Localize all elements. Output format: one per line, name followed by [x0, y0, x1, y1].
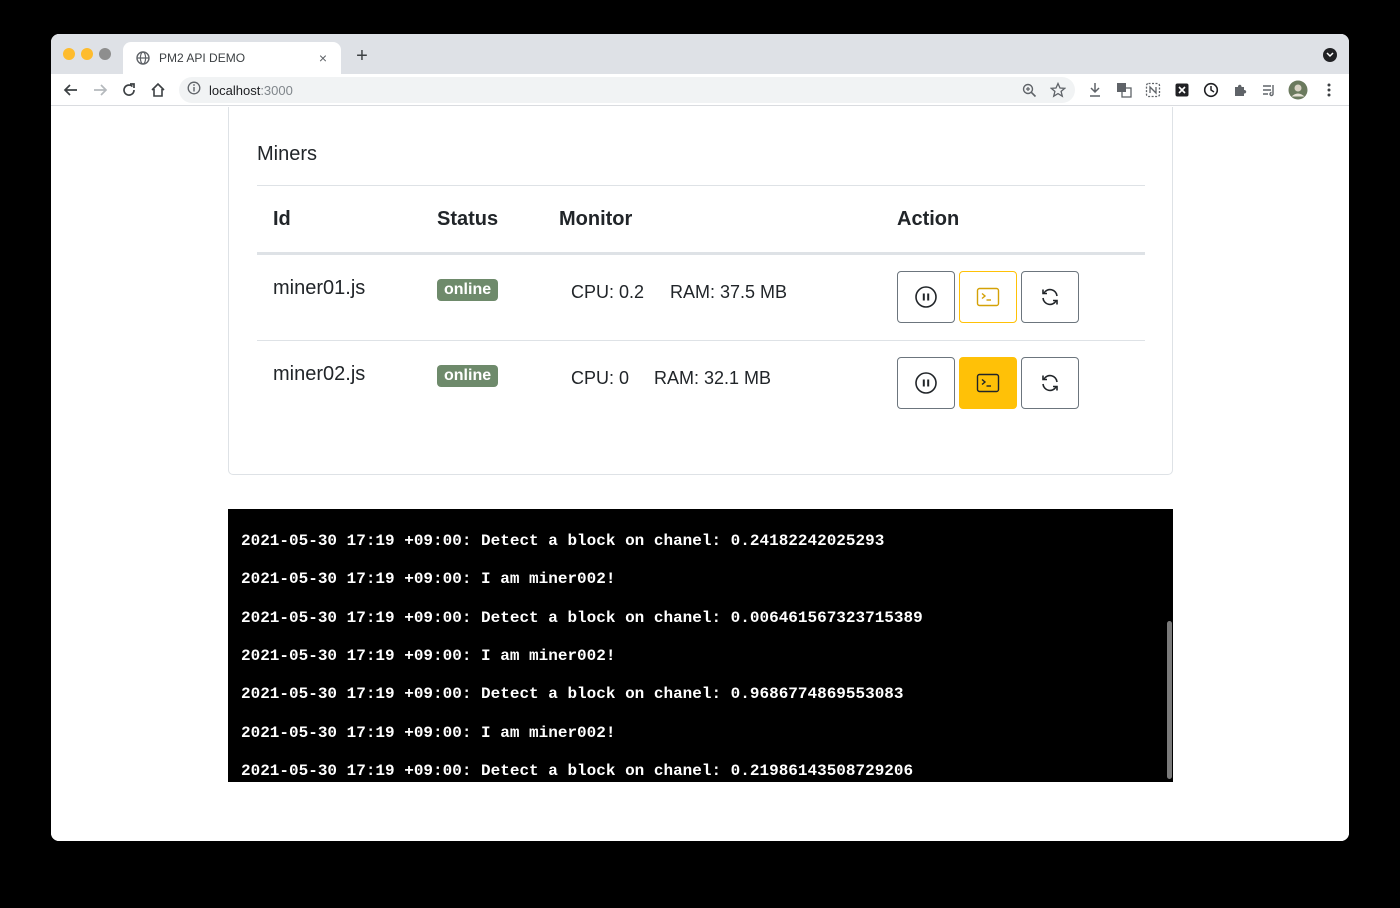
globe-icon — [135, 50, 151, 66]
column-header-monitor: Monitor — [559, 208, 633, 230]
terminal-icon — [976, 373, 1000, 393]
column-header-status: Status — [437, 208, 499, 230]
home-icon[interactable] — [146, 78, 170, 102]
log-line: 2021-05-30 17:19 +09:00: Detect a block … — [241, 685, 904, 703]
process-id: miner01.js — [273, 277, 366, 299]
forward-icon[interactable] — [88, 78, 112, 102]
tab-title: PM2 API DEMO — [159, 51, 246, 65]
pause-icon — [915, 372, 937, 394]
row-divider — [257, 340, 1145, 341]
card-title: Miners — [257, 143, 318, 165]
maximize-window-button[interactable] — [99, 48, 111, 60]
browser-tab[interactable]: PM2 API DEMO × — [123, 42, 341, 74]
status-badge: online — [437, 279, 499, 301]
log-line: 2021-05-30 17:19 +09:00: I am miner002! — [241, 724, 616, 742]
log-terminal[interactable]: 2021-05-30 17:19 +09:00: Detect a block … — [228, 509, 1173, 782]
avatar[interactable] — [1287, 79, 1309, 101]
log-line: 2021-05-30 17:19 +09:00: Detect a block … — [241, 532, 885, 550]
show-log-button[interactable] — [959, 357, 1017, 409]
restart-icon — [1042, 288, 1058, 306]
url-port: :3000 — [260, 82, 293, 98]
url-host: localhost — [209, 82, 261, 98]
card-divider — [257, 185, 1145, 186]
info-icon[interactable] — [187, 81, 201, 100]
status-badge: online — [437, 365, 499, 387]
log-line: 2021-05-30 17:19 +09:00: Detect a block … — [241, 609, 923, 627]
x-extension-icon[interactable] — [1171, 79, 1193, 101]
restart-button[interactable] — [1021, 357, 1079, 409]
puzzle-icon[interactable] — [1229, 79, 1251, 101]
more-menu-icon[interactable] — [1318, 79, 1340, 101]
column-header-action: Action — [897, 208, 960, 230]
cpu-usage: CPU: 0.2 — [571, 282, 645, 302]
browser-window: PM2 API DEMO × + localhost:3000 Miners … — [51, 34, 1349, 841]
terminal-scrollbar[interactable] — [1167, 621, 1172, 779]
log-line: 2021-05-30 17:19 +09:00: Detect a block … — [241, 762, 914, 780]
cpu-usage: CPU: 0 — [571, 368, 630, 388]
translate-extension-icon[interactable] — [1113, 79, 1135, 101]
notion-extension-icon[interactable] — [1142, 79, 1164, 101]
tab-search-icon[interactable] — [1323, 48, 1337, 62]
tab-close-icon[interactable]: × — [315, 50, 331, 66]
close-window-button[interactable] — [63, 48, 75, 60]
table-header-divider — [257, 252, 1145, 255]
reading-list-icon[interactable] — [1258, 79, 1280, 101]
ram-usage: RAM: 32.1 MB — [654, 368, 772, 388]
zoom-icon[interactable] — [1017, 78, 1041, 102]
terminal-icon — [976, 287, 1000, 307]
clock-extension-icon[interactable] — [1200, 79, 1222, 101]
new-tab-button[interactable]: + — [351, 46, 373, 66]
column-header-id: Id — [273, 208, 291, 230]
log-line: 2021-05-30 17:19 +09:00: I am miner002! — [241, 570, 616, 588]
address-bar[interactable]: localhost:3000 — [179, 77, 1075, 103]
miners-card: Miners Id Status Monitor Action miner01.… — [228, 107, 1173, 475]
process-id: miner02.js — [273, 363, 366, 385]
download-extension-icon[interactable] — [1084, 79, 1106, 101]
restart-button[interactable] — [1021, 271, 1079, 323]
bookmark-star-icon[interactable] — [1046, 78, 1070, 102]
minimize-window-button[interactable] — [81, 48, 93, 60]
show-log-button[interactable] — [959, 271, 1017, 323]
browser-toolbar: localhost:3000 — [51, 74, 1349, 106]
page-content: Miners Id Status Monitor Action miner01.… — [51, 107, 1349, 841]
reload-icon[interactable] — [117, 78, 141, 102]
tab-strip: PM2 API DEMO × + — [51, 34, 1349, 74]
back-icon[interactable] — [59, 78, 83, 102]
ram-usage: RAM: 37.5 MB — [670, 282, 788, 302]
pause-button[interactable] — [897, 357, 955, 409]
log-line: 2021-05-30 17:19 +09:00: I am miner002! — [241, 647, 616, 665]
restart-icon — [1042, 374, 1058, 392]
pause-button[interactable] — [897, 271, 955, 323]
pause-icon — [915, 286, 937, 308]
